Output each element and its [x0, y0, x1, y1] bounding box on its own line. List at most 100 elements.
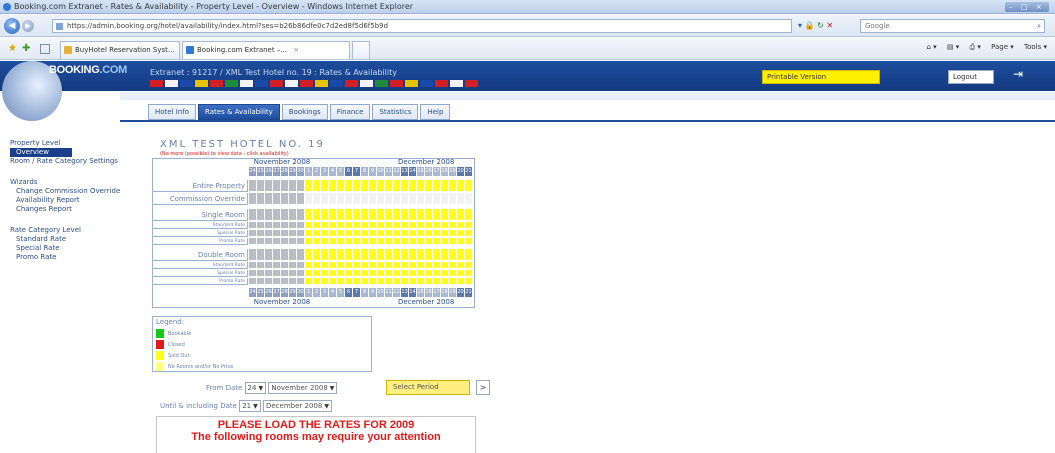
availability-cell[interactable]: [297, 222, 305, 229]
availability-cell[interactable]: [369, 193, 377, 205]
availability-cell[interactable]: [257, 249, 265, 261]
availability-cell[interactable]: [353, 270, 361, 277]
search-icon[interactable]: ⌕: [1037, 20, 1041, 32]
printable-version-button[interactable]: Printable Version: [762, 70, 880, 84]
availability-cell[interactable]: [337, 270, 345, 277]
availability-cell[interactable]: [305, 180, 313, 192]
sidebar-item-property-level[interactable]: Property Level: [10, 139, 160, 148]
availability-cell[interactable]: [297, 193, 305, 205]
availability-cell[interactable]: [369, 238, 377, 245]
sidebar-item-overview[interactable]: Overview: [10, 148, 72, 157]
availability-cell[interactable]: [393, 209, 401, 221]
availability-cell[interactable]: [321, 209, 329, 221]
availability-cell[interactable]: [313, 230, 321, 237]
availability-cell[interactable]: [321, 278, 329, 285]
availability-cell[interactable]: [369, 262, 377, 269]
availability-cell[interactable]: [281, 230, 289, 237]
availability-cell[interactable]: [457, 222, 465, 229]
availability-cell[interactable]: [433, 270, 441, 277]
logout-button[interactable]: Logout: [948, 70, 994, 84]
availability-cell[interactable]: [265, 249, 273, 261]
address-field[interactable]: https://admin.booking.org/hotel/availabi…: [52, 19, 792, 33]
availability-cell[interactable]: [329, 222, 337, 229]
availability-cell[interactable]: [249, 238, 257, 245]
availability-cell[interactable]: [249, 222, 257, 229]
flag-icon[interactable]: [405, 80, 418, 87]
availability-cell[interactable]: [281, 249, 289, 261]
availability-cell[interactable]: [465, 262, 473, 269]
availability-cell[interactable]: [385, 180, 393, 192]
sidebar-item-availability-report[interactable]: Availability Report: [10, 196, 160, 205]
availability-cell[interactable]: [449, 238, 457, 245]
availability-cell[interactable]: [337, 249, 345, 261]
calendar-row-label[interactable]: Commission Override: [152, 193, 248, 205]
availability-cell[interactable]: [449, 249, 457, 261]
availability-cell[interactable]: [441, 270, 449, 277]
flag-icon[interactable]: [435, 80, 448, 87]
availability-cell[interactable]: [337, 238, 345, 245]
availability-cell[interactable]: [273, 193, 281, 205]
availability-cell[interactable]: [377, 230, 385, 237]
flag-icon[interactable]: [165, 80, 178, 87]
availability-cell[interactable]: [273, 238, 281, 245]
flag-icon[interactable]: [225, 80, 238, 87]
availability-cell[interactable]: [289, 278, 297, 285]
availability-cell[interactable]: [257, 180, 265, 192]
availability-cell[interactable]: [249, 249, 257, 261]
availability-cell[interactable]: [297, 270, 305, 277]
availability-cell[interactable]: [265, 262, 273, 269]
availability-cell[interactable]: [313, 270, 321, 277]
availability-cell[interactable]: [345, 278, 353, 285]
availability-cell[interactable]: [297, 230, 305, 237]
tools-menu[interactable]: Tools ▾: [1024, 43, 1047, 51]
availability-cell[interactable]: [425, 230, 433, 237]
availability-cell[interactable]: [425, 278, 433, 285]
availability-cell[interactable]: [369, 180, 377, 192]
from-month-select[interactable]: November 2008 ▼: [268, 382, 338, 394]
availability-cell[interactable]: [273, 180, 281, 192]
flag-icon[interactable]: [300, 80, 313, 87]
availability-cell[interactable]: [385, 230, 393, 237]
tab-rates-availability[interactable]: Rates & Availability: [198, 104, 280, 120]
tab-finance[interactable]: Finance: [329, 104, 371, 120]
availability-cell[interactable]: [417, 193, 425, 205]
availability-cell[interactable]: [257, 270, 265, 277]
availability-cell[interactable]: [465, 238, 473, 245]
availability-cell[interactable]: [265, 222, 273, 229]
availability-cell[interactable]: [281, 222, 289, 229]
availability-cell[interactable]: [401, 238, 409, 245]
availability-cell[interactable]: [321, 222, 329, 229]
availability-cell[interactable]: [321, 238, 329, 245]
availability-cell[interactable]: [281, 193, 289, 205]
availability-cell[interactable]: [257, 230, 265, 237]
favorites-star-icon[interactable]: ★: [8, 43, 17, 54]
availability-cell[interactable]: [265, 270, 273, 277]
availability-cell[interactable]: [377, 238, 385, 245]
availability-cell[interactable]: [353, 238, 361, 245]
availability-cell[interactable]: [257, 222, 265, 229]
availability-cell[interactable]: [273, 209, 281, 221]
availability-cell[interactable]: [361, 222, 369, 229]
availability-cell[interactable]: [409, 180, 417, 192]
availability-cell[interactable]: [345, 230, 353, 237]
availability-cell[interactable]: [401, 222, 409, 229]
availability-cell[interactable]: [249, 193, 257, 205]
sidebar-item-special-rate[interactable]: Special Rate: [10, 244, 160, 253]
availability-cell[interactable]: [401, 209, 409, 221]
availability-cell[interactable]: [401, 270, 409, 277]
availability-cell[interactable]: [281, 270, 289, 277]
availability-cell[interactable]: [377, 193, 385, 205]
availability-cell[interactable]: [449, 193, 457, 205]
availability-cell[interactable]: [377, 222, 385, 229]
availability-cell[interactable]: [377, 262, 385, 269]
availability-cell[interactable]: [273, 270, 281, 277]
availability-cell[interactable]: [297, 278, 305, 285]
availability-cell[interactable]: [257, 193, 265, 205]
availability-cell[interactable]: [313, 180, 321, 192]
availability-cell[interactable]: [273, 262, 281, 269]
availability-cell[interactable]: [465, 249, 473, 261]
availability-cell[interactable]: [273, 230, 281, 237]
availability-cell[interactable]: [441, 209, 449, 221]
availability-cell[interactable]: [345, 262, 353, 269]
availability-cell[interactable]: [289, 262, 297, 269]
